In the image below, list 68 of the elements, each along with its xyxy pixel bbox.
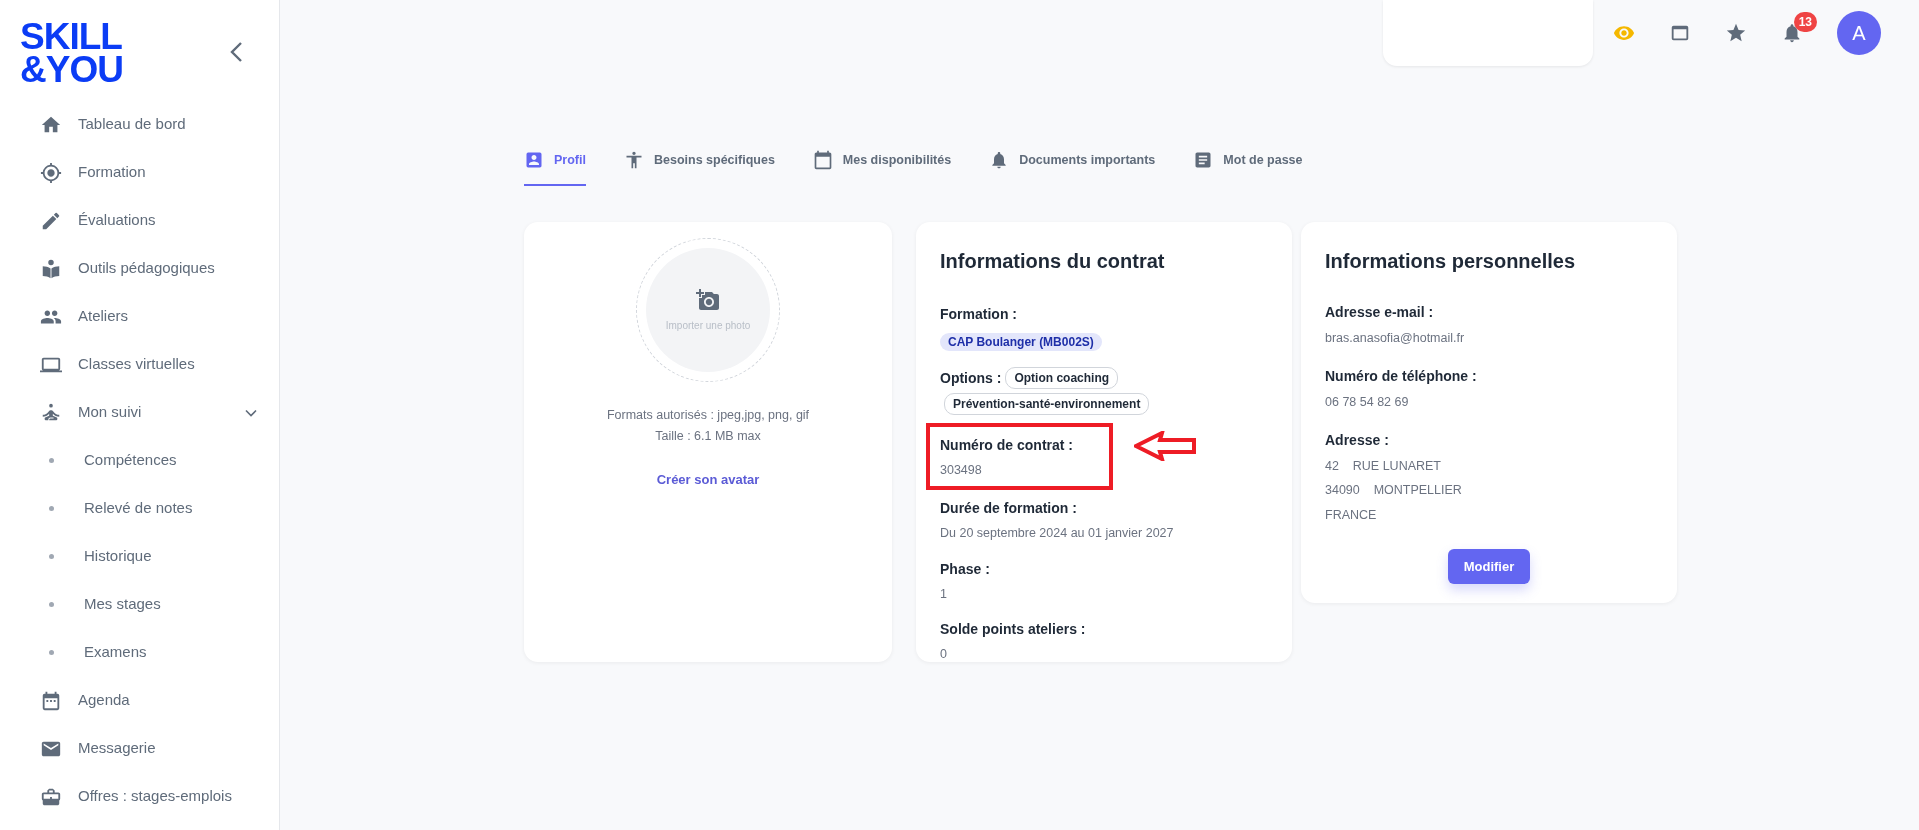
bullet-icon [49, 506, 54, 512]
left-arrow-icon [1134, 431, 1196, 461]
tab[interactable]: Mot de passe [1193, 140, 1303, 186]
target-icon [40, 161, 62, 184]
field-label: Adresse e-mail : [1325, 303, 1435, 322]
field-label: Numéro de contrat : [940, 437, 1073, 453]
field-label: Solde points ateliers : [940, 621, 1086, 638]
field-label: Adresse : [1325, 430, 1390, 450]
document-icon [1193, 150, 1214, 170]
field-value: 1 [940, 585, 948, 603]
sidebar-item[interactable]: Formation [0, 148, 279, 197]
profile-card-icon [524, 150, 544, 170]
edit-button[interactable]: Modifier [1447, 548, 1531, 585]
card-title: Informations du contrat [940, 249, 1166, 274]
bullet-icon [49, 602, 54, 608]
sidebar-subitem[interactable]: Compétences [0, 436, 279, 485]
field-value: bras.anasofia@hotmail.fr [1325, 330, 1466, 347]
field-label: Options : [940, 368, 1002, 388]
star-icon[interactable] [1725, 22, 1747, 44]
field-value: 303498 [940, 462, 983, 479]
sidebar-subitem[interactable]: Historique [0, 532, 279, 581]
camera-add-icon [696, 287, 720, 312]
book-reader-icon [40, 257, 62, 280]
field-label: Durée de formation : [940, 499, 1077, 516]
sidebar-item[interactable]: Offres : stages-emplois [0, 772, 279, 821]
notification-count: 13 [1793, 12, 1817, 32]
sidebar-item[interactable]: Outils pédagogiques [0, 244, 279, 293]
tab[interactable]: Mes disponibilités [812, 140, 952, 186]
bullet-icon [49, 458, 54, 464]
calendar-icon [812, 150, 833, 170]
calendar-icon [40, 689, 62, 712]
sidebar-subitem[interactable]: Relevé de notes [0, 484, 279, 533]
field-label: Phase : [940, 560, 990, 577]
sidebar-item[interactable]: Mon suivi [0, 388, 279, 437]
field-value: FRANCE [1325, 507, 1378, 524]
course-badge: CAP Boulanger (MB002S) [940, 333, 1102, 351]
tab[interactable]: Documents importants [989, 140, 1156, 186]
field-value: Du 20 septembre 2024 au 01 janvier 2027 [940, 524, 1175, 542]
logo-text[interactable]: &YOU [20, 53, 123, 87]
option-tag: Prévention-santé-environnement [944, 393, 1150, 415]
field-label: Formation : [940, 306, 1017, 322]
sidebar-item[interactable]: Évaluations [0, 196, 279, 245]
create-avatar-link[interactable]: Créer son avatar [656, 469, 760, 489]
sidebar-item[interactable]: Messagerie [0, 724, 279, 773]
size-limit-text: Taille : 6.1 MB max [655, 427, 761, 445]
sidebar-item[interactable]: Agenda [0, 676, 279, 725]
option-tag: Option coaching [1005, 367, 1119, 389]
bullet-icon [49, 554, 54, 560]
tab[interactable]: Besoins spécifiques [623, 140, 775, 186]
field-label: Numéro de téléphone : [1325, 366, 1478, 386]
card-title: Informations personnelles [1325, 249, 1577, 274]
sidebar-subitem[interactable]: Mes stages [0, 580, 279, 629]
tab[interactable]: Profil [524, 140, 586, 186]
logo-text[interactable]: SKILL [20, 20, 123, 54]
formats-text: Formats autorisés : jpeg,jpg, png, gif [606, 407, 810, 424]
sidebar-item[interactable]: Ateliers [0, 292, 279, 341]
field-value: 34090 MONTPELLIER [1325, 482, 1463, 500]
field-value: 0 [940, 646, 948, 664]
user-avatar[interactable]: A [1837, 11, 1881, 55]
sidebar-item[interactable]: Tableau de bord [0, 100, 279, 149]
collapse-chevron-icon[interactable] [229, 41, 243, 63]
chevron-icon[interactable] [245, 408, 257, 417]
field-value: 06 78 54 82 69 [1325, 393, 1410, 411]
upload-photo-label: Importer une photo [665, 318, 751, 333]
sidebar-subitem[interactable]: Examens [0, 628, 279, 677]
bullet-icon [49, 650, 54, 656]
field-value: 42 RUE LUNARET [1325, 457, 1442, 475]
sidebar-item[interactable]: Classes virtuelles [0, 340, 279, 389]
